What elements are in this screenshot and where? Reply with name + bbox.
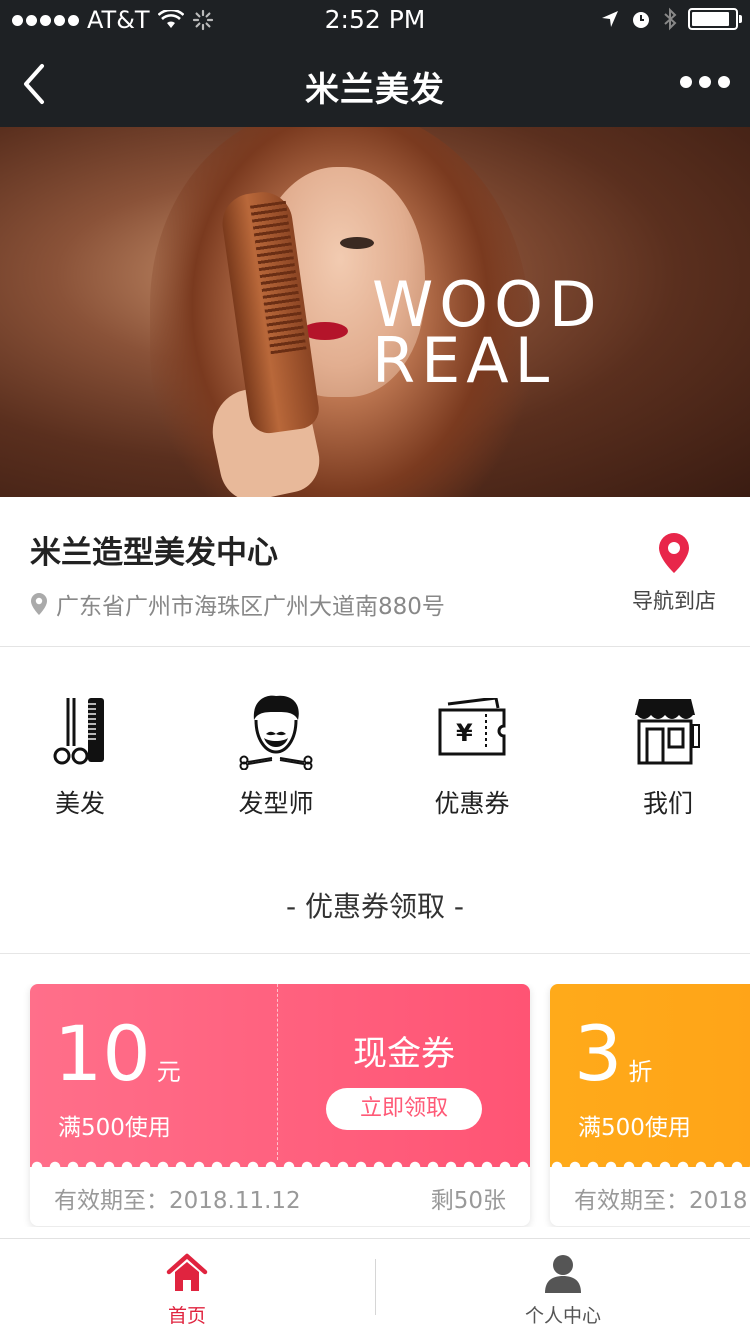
coupon-amount: 3 [574, 1009, 623, 1098]
coupon-amount: 10 [54, 1009, 151, 1098]
coupon-carousel[interactable]: 10 元 满500使用 现金券 立即领取 有效期至：2018.11.12 剩50张… [0, 984, 750, 1227]
status-right [600, 7, 742, 31]
coupon-top: 10 元 满500使用 现金券 立即领取 [30, 984, 530, 1167]
top-bar: AT&T 2:52 PM 米兰美发 [0, 0, 750, 127]
category-hairdressing[interactable]: 美发 [0, 690, 160, 820]
banner-brand-text: WOOD REAL [372, 274, 603, 397]
coupon-section-title: - 优惠券领取 - [285, 890, 464, 923]
bluetooth-icon [664, 7, 677, 31]
tab-profile-label: 个人中心 [524, 1305, 601, 1327]
brand-line-2: REAL [372, 324, 556, 397]
claim-coupon-button[interactable]: 立即领取 [326, 1088, 482, 1130]
coupon-condition: 满500使用 [58, 1115, 171, 1141]
tab-home[interactable]: 首页 [0, 1253, 374, 1328]
banner-eye [340, 237, 374, 249]
category-about-us[interactable]: 我们 [588, 690, 748, 820]
tab-home-label: 首页 [167, 1305, 206, 1327]
category-stylist[interactable]: 发型师 [196, 690, 356, 820]
home-icon [166, 1253, 208, 1291]
scissors-comb-icon [53, 698, 104, 765]
category-grid: 美发 发型师 ¥ 优惠券 我们 [0, 690, 750, 830]
navigate-to-store-button[interactable]: 导航到店 [628, 531, 720, 615]
map-pin-icon [659, 533, 689, 573]
coupon-condition: 满500使用 [578, 1115, 691, 1141]
more-menu-button[interactable] [680, 76, 730, 88]
shop-name: 米兰造型美发中心 [30, 535, 278, 571]
user-icon [545, 1255, 581, 1293]
coupon-valid-until: 有效期至：2018.11.12 [54, 1188, 301, 1214]
coupon-unit: 元 [156, 1058, 181, 1086]
shop-address-row: 广东省广州市海珠区广州大道南880号 [30, 587, 445, 621]
bottom-tab-bar: 首页 个人中心 [0, 1238, 750, 1334]
shop-info: 米兰造型美发中心 广东省广州市海珠区广州大道南880号 导航到店 [0, 497, 750, 647]
store-icon [635, 699, 700, 765]
coupon-kind: 现金券 [353, 1034, 455, 1074]
coupon-bottom: 有效期至：2018 [550, 1167, 750, 1226]
coupon-remaining: 剩50张 [430, 1188, 506, 1214]
coupon-amount-row: 3折 [574, 1014, 652, 1112]
yen-ticket-icon: ¥ [438, 698, 506, 756]
category-label: 我们 [642, 789, 693, 818]
location-pin-icon [31, 593, 47, 615]
coupon-valid-until: 有效期至：2018 [574, 1188, 748, 1214]
coupon-card[interactable]: 10 元 满500使用 现金券 立即领取 有效期至：2018.11.12 剩50张 [30, 984, 530, 1226]
location-arrow-icon [602, 11, 618, 27]
svg-text:¥: ¥ [456, 719, 473, 747]
section-divider [0, 953, 750, 954]
barber-icon [239, 695, 313, 770]
category-label: 优惠券 [434, 789, 510, 818]
tab-profile[interactable]: 个人中心 [376, 1253, 750, 1328]
coupon-amount-row: 10 元 [54, 1014, 181, 1112]
category-label: 美发 [54, 789, 105, 818]
coupon-top: 3折 满500使用 [550, 984, 750, 1167]
page-title: 米兰美发 [305, 70, 445, 110]
status-bar: AT&T 2:52 PM [0, 0, 750, 40]
category-coupons[interactable]: ¥ 优惠券 [392, 690, 552, 820]
category-label: 发型师 [238, 789, 314, 818]
coupon-bottom: 有效期至：2018.11.12 剩50张 [30, 1167, 530, 1226]
alarm-icon [633, 12, 649, 28]
coupon-card[interactable]: 3折 满500使用 有效期至：2018 [550, 984, 750, 1226]
shop-address: 广东省广州市海珠区广州大道南880号 [56, 594, 445, 620]
hero-banner[interactable]: WOOD REAL [0, 127, 750, 497]
navigate-label: 导航到店 [632, 589, 716, 613]
battery-icon [688, 8, 742, 30]
coupon-unit: 折 [628, 1058, 653, 1086]
nav-bar: 米兰美发 [0, 40, 750, 127]
